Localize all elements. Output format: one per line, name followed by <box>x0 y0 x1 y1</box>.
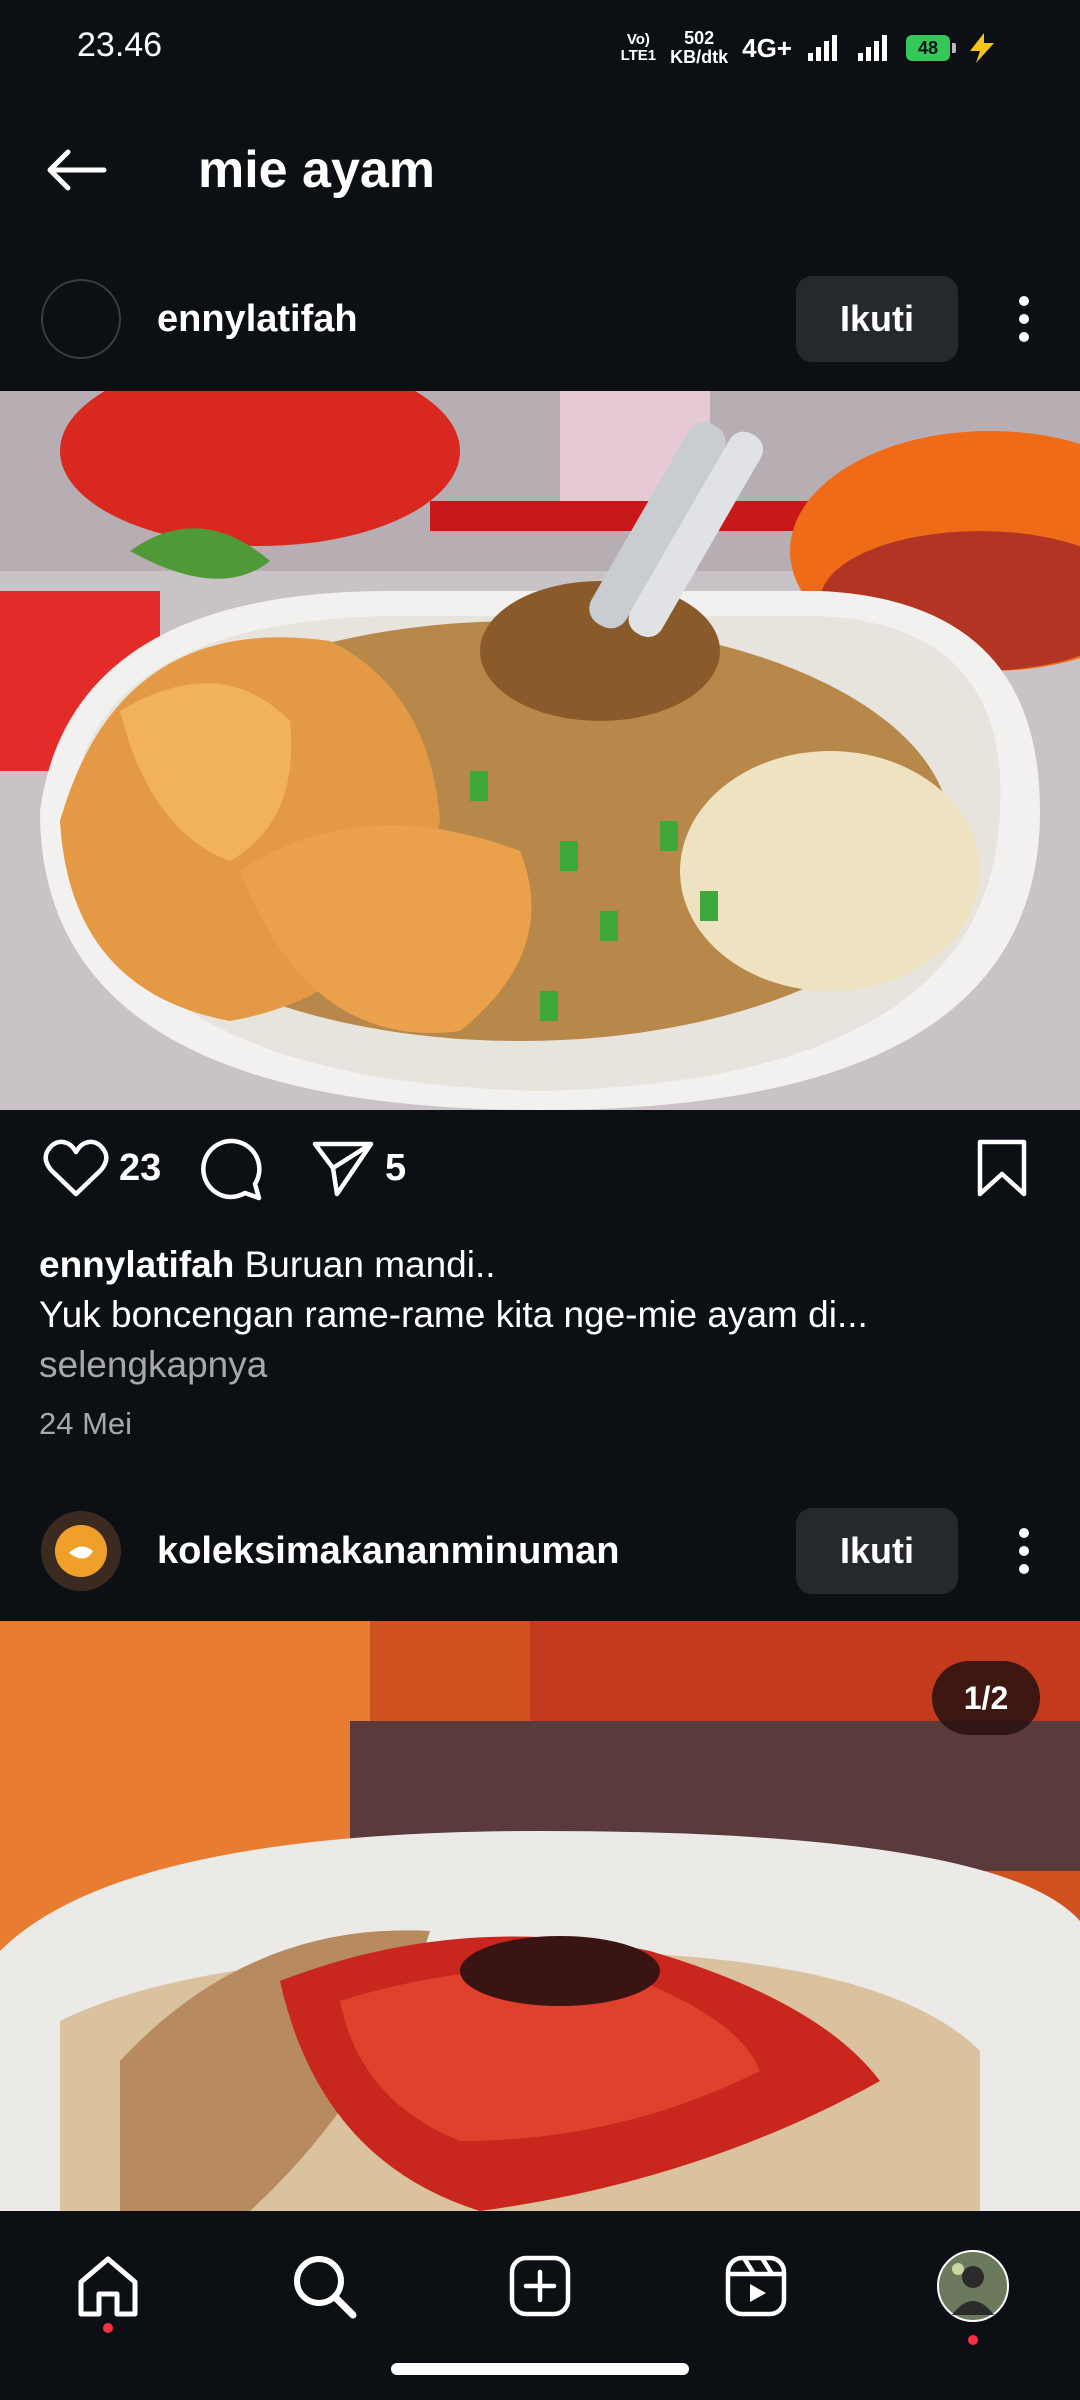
save-button[interactable] <box>976 1138 1028 1198</box>
share-count: 5 <box>385 1146 407 1189</box>
signal-icon-2 <box>858 35 887 61</box>
share-button[interactable]: 5 <box>311 1138 406 1198</box>
profile-avatar <box>937 2250 1009 2322</box>
caption-text-1: Buruan mandi.. <box>244 1244 496 1285</box>
nav-home[interactable] <box>58 2241 158 2333</box>
brand-logo-icon <box>55 1525 107 1577</box>
caption-text-2: Yuk boncengan rame-rame kita nge-mie aya… <box>39 1294 868 1335</box>
arrow-left-icon <box>47 149 107 191</box>
home-icon <box>78 2256 138 2317</box>
page-title: mie ayam <box>198 141 436 199</box>
volte-label: Vo) <box>626 31 650 48</box>
nav-search[interactable] <box>274 2241 374 2331</box>
nav-reels[interactable] <box>706 2241 806 2331</box>
food-photo <box>0 1621 1080 2211</box>
notification-dot <box>103 2323 113 2333</box>
nav-create[interactable] <box>490 2241 590 2331</box>
network-type: 4G+ <box>742 32 792 63</box>
status-icons: Vo) LTE1 502 KB/dtk 4G+ 48 <box>621 24 1000 72</box>
see-more-link[interactable]: selengkapnya <box>39 1340 1039 1390</box>
more-options-button[interactable] <box>994 279 1054 359</box>
post-actions: 23 5 <box>0 1138 1080 1218</box>
battery-indicator: 48 <box>906 35 956 61</box>
more-vertical-icon <box>1019 296 1029 342</box>
caption-username[interactable]: ennylatifah <box>39 1244 234 1285</box>
network-speed: 502 KB/dtk <box>670 29 728 67</box>
food-photo <box>0 391 1080 1110</box>
notification-dot <box>968 2335 978 2345</box>
post-date: 24 Mei <box>39 1406 133 1441</box>
comment-icon <box>201 1138 262 1201</box>
create-icon <box>509 2255 571 2317</box>
network-speed-value: 502 <box>684 28 715 48</box>
network-speed-unit: KB/dtk <box>670 47 729 67</box>
heart-icon <box>43 1139 109 1197</box>
follow-button[interactable]: Ikuti <box>796 276 958 362</box>
like-button[interactable]: 23 <box>43 1138 161 1198</box>
post-image[interactable] <box>0 1621 1080 2211</box>
charging-icon <box>970 33 994 63</box>
caption-line-1: ennylatifah Buruan mandi.. <box>39 1240 1039 1290</box>
post-username[interactable]: ennylatifah <box>157 298 358 341</box>
avatar[interactable] <box>41 279 121 359</box>
status-time: 23.46 <box>77 26 163 64</box>
home-indicator[interactable] <box>391 2363 689 2375</box>
like-count: 23 <box>119 1146 162 1189</box>
avatar[interactable] <box>41 1511 121 1591</box>
nav-profile[interactable] <box>923 2241 1023 2345</box>
post-image[interactable] <box>0 391 1080 1110</box>
comment-button[interactable] <box>199 1138 263 1202</box>
follow-button[interactable]: Ikuti <box>796 1508 958 1594</box>
send-icon <box>312 1141 374 1197</box>
post-header: ennylatifah Ikuti <box>0 264 1080 374</box>
more-options-button[interactable] <box>994 1511 1054 1591</box>
back-button[interactable] <box>40 140 112 200</box>
signal-icon <box>808 35 837 61</box>
post-caption: ennylatifah Buruan mandi.. Yuk boncengan… <box>39 1240 1039 1390</box>
volte-sub-label: LTE1 <box>620 47 657 64</box>
volte-indicator: Vo) LTE1 <box>621 32 657 64</box>
more-vertical-icon <box>1019 1528 1029 1574</box>
reels-icon <box>725 2255 787 2317</box>
bookmark-icon <box>977 1139 1027 1197</box>
post-username[interactable]: koleksimakananminuman <box>157 1530 620 1573</box>
post-header: koleksimakananminuman Ikuti <box>0 1496 1080 1606</box>
search-icon <box>294 2256 357 2319</box>
image-counter-badge: 1/2 <box>932 1661 1040 1735</box>
